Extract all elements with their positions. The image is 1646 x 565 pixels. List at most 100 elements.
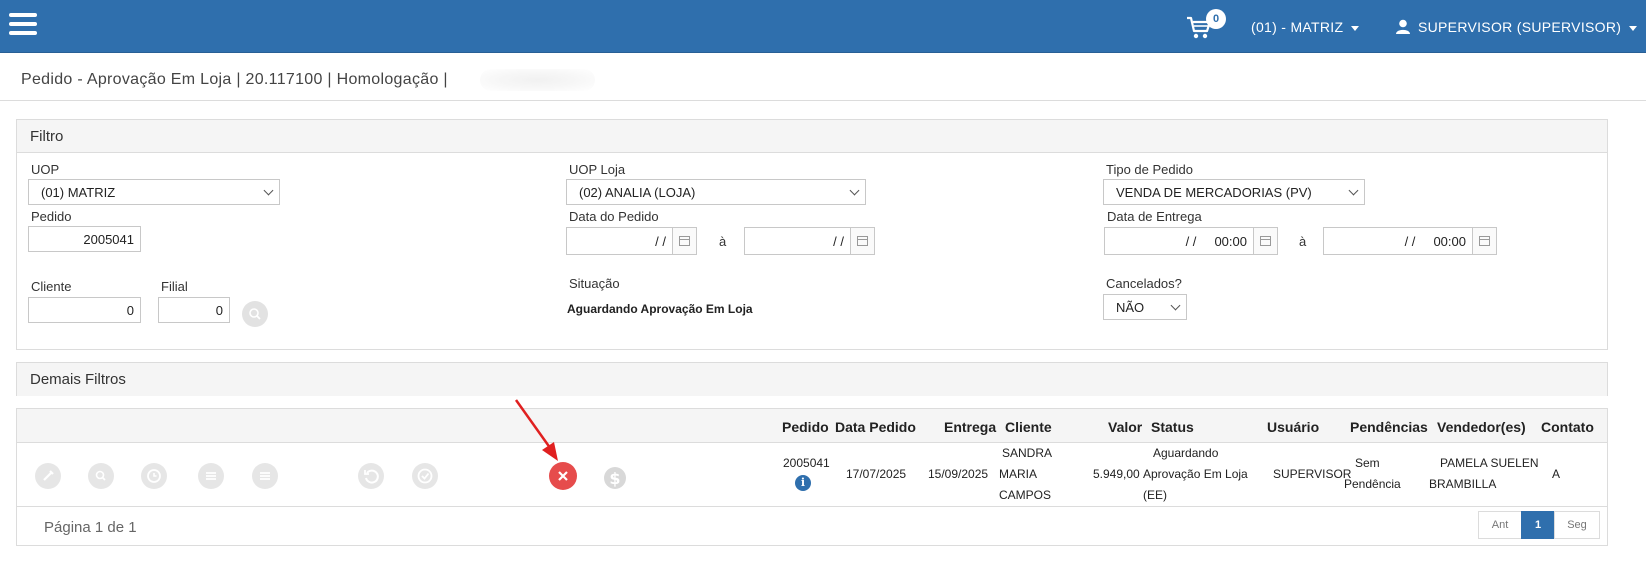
- col-valor[interactable]: Valor: [1108, 419, 1142, 435]
- uop-select[interactable]: (01) MATRIZ: [28, 179, 280, 205]
- uop-loja-value: (02) ANALIA (LOJA): [579, 185, 696, 200]
- cancelados-select[interactable]: NÃO: [1103, 294, 1187, 320]
- edit-icon[interactable]: [35, 463, 61, 489]
- tipo-pedido-value: VENDA DE MERCADORIAS (PV): [1116, 185, 1312, 200]
- col-cliente[interactable]: Cliente: [1005, 419, 1052, 435]
- undo-icon[interactable]: [358, 463, 384, 489]
- col-usuario[interactable]: Usuário: [1267, 419, 1319, 435]
- dollar-icon[interactable]: $: [602, 463, 628, 489]
- orders-grid: Pedido Data Pedido Entrega Cliente Valor…: [16, 408, 1608, 546]
- pendencias-line: Pendência: [1344, 477, 1401, 491]
- cliente-line: SANDRA: [1001, 446, 1052, 460]
- uop-loja-select[interactable]: (02) ANALIA (LOJA): [566, 179, 866, 205]
- branch-label: (01) - MATRIZ: [1251, 19, 1344, 35]
- chevron-down-icon: [1170, 300, 1181, 311]
- cell-status: Aguardando Aprovação Em Loja (EE): [1143, 443, 1263, 506]
- status-line: (EE): [1143, 488, 1167, 502]
- cell-contato: A: [1552, 467, 1561, 481]
- info-icon[interactable]: i: [795, 475, 811, 491]
- uop-label: UOP: [31, 162, 60, 177]
- cart-count-badge: 0: [1206, 9, 1226, 29]
- cell-valor: 5.949,00: [1093, 467, 1140, 481]
- data-entrega-label: Data de Entrega: [1107, 209, 1202, 224]
- pedido-number: 2005041: [783, 456, 830, 470]
- cell-vendedores: PAMELA SUELEN BRAMBILLA: [1429, 453, 1539, 495]
- caret-down-icon: [1351, 25, 1360, 31]
- calendar-icon[interactable]: [672, 228, 696, 254]
- data-entrega-to-value: / / 00:00: [1404, 234, 1466, 249]
- data-entrega-from-input[interactable]: / / 00:00: [1104, 227, 1278, 255]
- tipo-pedido-select[interactable]: VENDA DE MERCADORIAS (PV): [1103, 179, 1365, 205]
- calendar-icon[interactable]: [1472, 228, 1496, 254]
- caret-down-icon: [1629, 25, 1638, 31]
- menu-icon[interactable]: [9, 13, 37, 35]
- chevron-down-icon: [263, 185, 274, 196]
- col-entrega[interactable]: Entrega: [944, 419, 996, 435]
- uop-loja-label: UOP Loja: [569, 162, 626, 177]
- user-dropdown[interactable]: SUPERVISOR (SUPERVISOR): [1396, 19, 1638, 35]
- other-filters-panel: Demais Filtros: [16, 362, 1608, 396]
- branch-dropdown[interactable]: (01) - MATRIZ: [1251, 19, 1360, 35]
- pager-prev-button[interactable]: Ant: [1478, 511, 1522, 539]
- cell-pendencias: Sem Pendência: [1344, 453, 1404, 495]
- filter-panel: Filtro UOP (01) MATRIZ Pedido 2005041 Cl…: [16, 119, 1608, 350]
- approve-icon[interactable]: [412, 463, 438, 489]
- cancelados-label: Cancelados?: [1106, 276, 1182, 291]
- list-icon[interactable]: [252, 463, 278, 489]
- page-info: Página 1 de 1: [44, 519, 137, 536]
- pedido-label: Pedido: [31, 209, 72, 224]
- col-pedido[interactable]: Pedido: [782, 419, 829, 435]
- pedido-input[interactable]: 2005041: [28, 226, 141, 252]
- data-pedido-from-value: / /: [655, 234, 666, 249]
- filter-panel-header[interactable]: Filtro: [17, 120, 1607, 153]
- situacao-value: Aguardando Aprovação Em Loja: [567, 302, 753, 316]
- user-label: SUPERVISOR (SUPERVISOR): [1418, 19, 1622, 35]
- svg-text:$: $: [609, 469, 620, 488]
- uop-value: (01) MATRIZ: [41, 185, 116, 200]
- table-row[interactable]: $ 2005041 i 17/07/2025 15/09/2025 SANDRA…: [17, 443, 1607, 507]
- data-entrega-to-input[interactable]: / / 00:00: [1323, 227, 1497, 255]
- page-header: Pedido - Aprovação Em Loja | 20.117100 |…: [0, 54, 1646, 101]
- other-filters-header[interactable]: Demais Filtros: [17, 363, 1607, 396]
- col-status[interactable]: Status: [1151, 419, 1194, 435]
- pager-next-button[interactable]: Seg: [1554, 511, 1600, 539]
- pendencias-line: Sem: [1355, 456, 1380, 470]
- cart-button[interactable]: 0: [1186, 9, 1226, 43]
- data-entrega-from-value: / / 00:00: [1185, 234, 1247, 249]
- col-data-pedido[interactable]: Data Pedido: [835, 419, 916, 435]
- date-range-separator: à: [719, 234, 727, 249]
- status-line: Aprovação Em Loja: [1143, 467, 1248, 481]
- calendar-icon[interactable]: [850, 228, 874, 254]
- cliente-label: Cliente: [31, 279, 72, 294]
- cell-usuario: SUPERVISOR: [1273, 467, 1352, 481]
- col-vendedores[interactable]: Vendedor(es): [1437, 419, 1526, 435]
- data-pedido-from-input[interactable]: / /: [566, 227, 697, 255]
- cell-pedido: 2005041 i: [783, 453, 830, 491]
- filial-input[interactable]: 0: [158, 297, 230, 323]
- calendar-icon[interactable]: [1253, 228, 1277, 254]
- page-title: Pedido - Aprovação Em Loja | 20.117100 |…: [21, 71, 448, 88]
- search-icon: [249, 308, 261, 320]
- cell-data-pedido: 17/07/2025: [846, 467, 907, 481]
- chevron-down-icon: [1348, 185, 1359, 196]
- reject-icon[interactable]: [549, 462, 577, 490]
- date-range-separator: à: [1299, 234, 1307, 249]
- data-pedido-to-value: / /: [833, 234, 844, 249]
- history-icon[interactable]: [141, 463, 167, 489]
- list-icon[interactable]: [198, 463, 224, 489]
- tipo-pedido-label: Tipo de Pedido: [1106, 162, 1193, 177]
- col-pendencias[interactable]: Pendências: [1350, 419, 1428, 435]
- status-line: Aguardando: [1153, 446, 1219, 460]
- data-pedido-to-input[interactable]: / /: [744, 227, 875, 255]
- vendedor-line: PAMELA SUELEN: [1440, 456, 1539, 470]
- search-client-button[interactable]: [242, 301, 268, 327]
- situacao-label: Situação: [569, 276, 620, 291]
- cliente-input[interactable]: 0: [28, 297, 141, 323]
- redacted-area: [480, 69, 595, 91]
- col-contato[interactable]: Contato: [1541, 419, 1594, 435]
- cliente-line: MARIA: [999, 467, 1038, 481]
- cliente-line: CAMPOS: [999, 488, 1052, 502]
- view-details-icon[interactable]: [88, 463, 114, 489]
- pager-current-page[interactable]: 1: [1521, 511, 1555, 539]
- vendedor-line: BRAMBILLA: [1429, 477, 1497, 491]
